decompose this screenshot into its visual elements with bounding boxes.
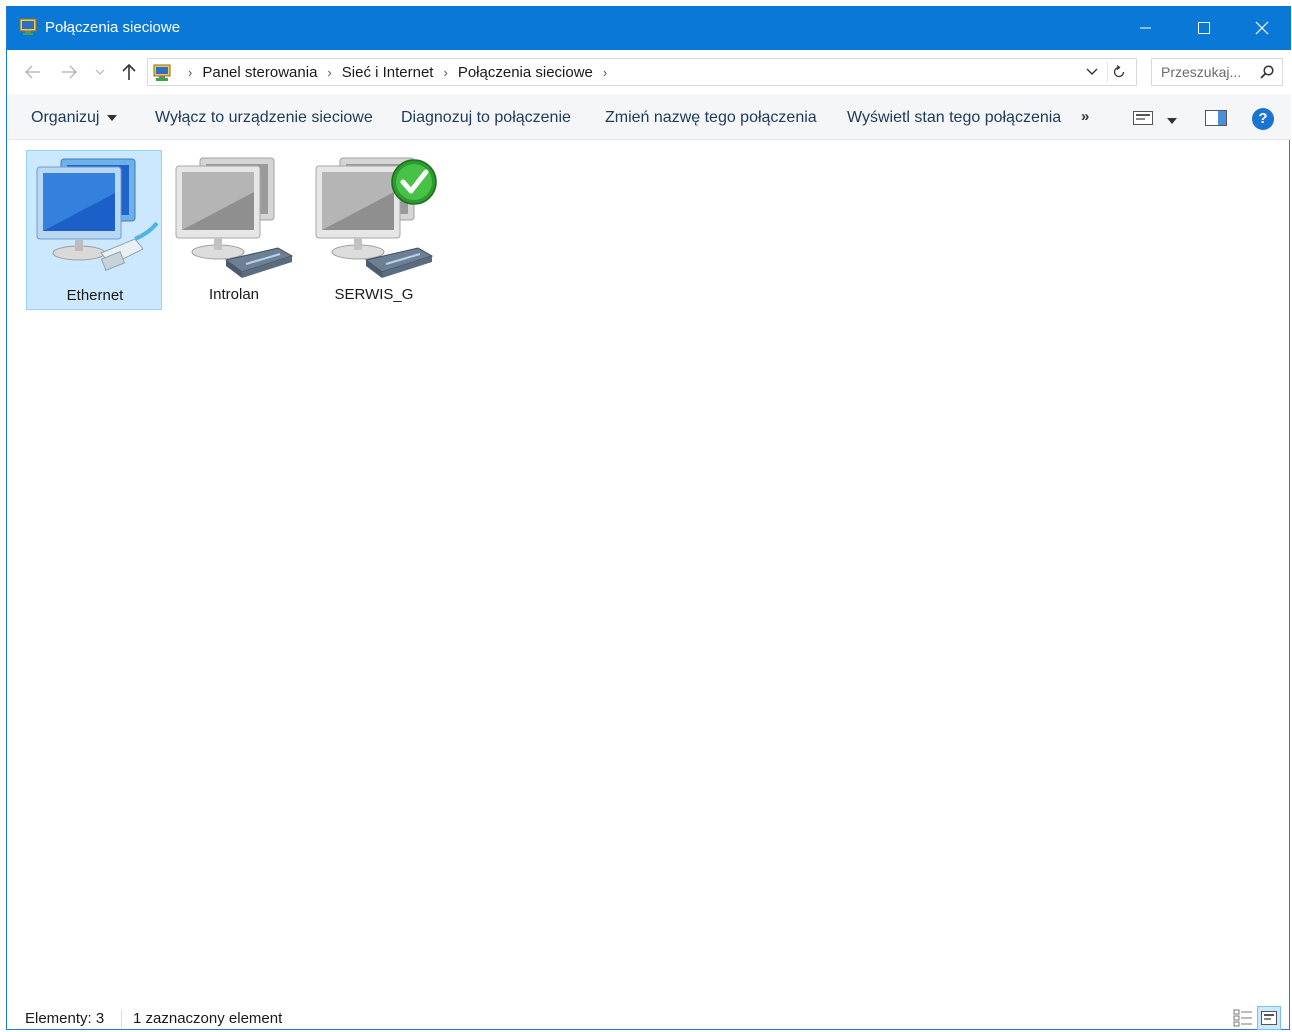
window-title: Połączenia sieciowe bbox=[45, 19, 181, 36]
breadcrumb-separator-icon[interactable]: › bbox=[603, 65, 607, 80]
minimize-icon bbox=[1140, 27, 1151, 29]
organize-menu[interactable]: Organizuj bbox=[31, 108, 118, 128]
arrow-right-icon bbox=[62, 65, 77, 79]
address-history-button[interactable] bbox=[1082, 62, 1102, 82]
change-view-dropdown[interactable] bbox=[1167, 118, 1177, 124]
arrow-left-icon bbox=[25, 65, 40, 79]
search-icon bbox=[1260, 65, 1274, 79]
address-row: › Panel sterowania › Sieć i Internet › P… bbox=[7, 50, 1291, 94]
breadcrumb-network-internet[interactable]: Sieć i Internet bbox=[342, 64, 434, 81]
refresh-button[interactable] bbox=[1107, 62, 1130, 82]
large-icons-view-icon bbox=[1261, 1011, 1277, 1025]
details-view-icon[interactable] bbox=[1233, 1008, 1253, 1028]
search-placeholder: Przeszukaj... bbox=[1161, 64, 1242, 80]
arrow-up-icon bbox=[122, 63, 136, 80]
breadcrumb-separator-icon: › bbox=[188, 64, 193, 80]
connection-label: Ethernet bbox=[66, 287, 124, 304]
chevron-down-icon bbox=[1086, 68, 1098, 75]
recent-locations-button[interactable] bbox=[93, 60, 107, 84]
organize-label: Organizuj bbox=[31, 109, 100, 126]
maximize-button[interactable] bbox=[1175, 6, 1233, 50]
modem-connection-connected-icon bbox=[315, 157, 437, 278]
disable-device-button[interactable]: Wyłącz to urządzenie sieciowe bbox=[155, 108, 373, 128]
status-bar: Elementy: 3 1 zaznaczony element bbox=[7, 1006, 1291, 1030]
breadcrumb-separator-icon[interactable]: › bbox=[443, 65, 447, 80]
breadcrumb-control-panel[interactable]: Panel sterowania bbox=[202, 64, 317, 81]
ethernet-adapter-icon bbox=[36, 158, 159, 271]
breadcrumb-network-connections[interactable]: Połączenia sieciowe bbox=[458, 64, 593, 81]
caret-down-icon bbox=[107, 114, 118, 121]
large-icons-view-button[interactable] bbox=[1257, 1006, 1281, 1030]
breadcrumb-separator-icon[interactable]: › bbox=[327, 65, 331, 80]
up-button[interactable] bbox=[117, 60, 141, 84]
command-bar: Organizuj Wyłącz to urządzenie sieciowe … bbox=[7, 94, 1291, 140]
address-bar[interactable]: › Panel sterowania › Sieć i Internet › P… bbox=[147, 58, 1137, 86]
more-commands-button[interactable]: » bbox=[1081, 108, 1089, 125]
title-bar[interactable]: Połączenia sieciowe bbox=[7, 6, 1291, 50]
network-connections-icon bbox=[19, 18, 37, 35]
control-panel-icon bbox=[153, 64, 171, 81]
minimize-button[interactable] bbox=[1117, 6, 1175, 50]
connection-label: Introlan bbox=[208, 286, 260, 303]
connection-item-serwis-g[interactable]: SERWIS_G bbox=[306, 150, 442, 310]
maximize-icon bbox=[1198, 22, 1210, 34]
status-divider bbox=[121, 1010, 122, 1028]
help-icon[interactable]: ? bbox=[1252, 108, 1274, 130]
chevron-down-icon bbox=[95, 69, 105, 75]
close-icon bbox=[1255, 21, 1269, 35]
item-count: Elementy: 3 bbox=[25, 1010, 105, 1027]
connection-label: SERWIS_G bbox=[334, 286, 414, 303]
view-status-button[interactable]: Wyświetl stan tego połączenia bbox=[847, 108, 1061, 128]
connection-item-ethernet[interactable]: Ethernet bbox=[26, 150, 162, 310]
diagnose-button[interactable]: Diagnozuj to połączenie bbox=[401, 108, 571, 128]
refresh-icon bbox=[1113, 65, 1125, 78]
search-box[interactable]: Przeszukaj... bbox=[1151, 58, 1283, 86]
back-button[interactable] bbox=[21, 60, 45, 84]
close-button[interactable] bbox=[1233, 6, 1291, 50]
preview-pane-icon[interactable] bbox=[1205, 110, 1227, 126]
rename-button[interactable]: Zmień nazwę tego połączenia bbox=[605, 108, 817, 128]
forward-button[interactable] bbox=[57, 60, 81, 84]
explorer-window: Połączenia sieciowe › Panel sterowania ›… bbox=[6, 6, 1291, 1030]
selected-count: 1 zaznaczony element bbox=[133, 1010, 283, 1027]
modem-connection-icon bbox=[175, 157, 294, 278]
change-view-icon[interactable] bbox=[1133, 111, 1153, 125]
breadcrumb: › Panel sterowania › Sieć i Internet › P… bbox=[178, 59, 617, 85]
connection-item-introlan[interactable]: Introlan bbox=[166, 150, 302, 310]
